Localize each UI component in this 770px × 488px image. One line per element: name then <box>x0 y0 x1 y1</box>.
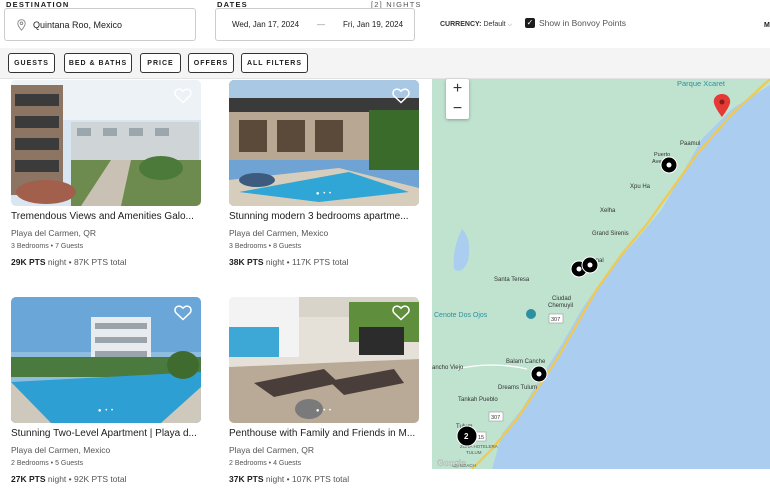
map-label-grand-sirenis: Grand Sirenis <box>592 231 629 237</box>
filter-price-button[interactable]: PRICE <box>140 53 181 73</box>
carousel-dots[interactable]: ● • • <box>229 191 419 197</box>
bonvoy-points-label: Show in Bonvoy Points <box>539 18 626 28</box>
filter-offers-button[interactable]: OFFERS <box>188 53 234 73</box>
listing-price-points: 27K PTS <box>11 474 46 484</box>
listing-photo-image <box>229 80 419 206</box>
map-zoom-controls: + − <box>446 79 469 119</box>
listing-price-points: 29K PTS <box>11 257 46 267</box>
listing-photo-image <box>229 297 419 423</box>
bonvoy-points-toggle[interactable]: ✓ Show in Bonvoy Points <box>525 18 626 28</box>
filter-bed-baths-button[interactable]: BED & BATHS <box>64 53 132 73</box>
map-label-cenote: Cenote Dos Ojos <box>434 312 488 319</box>
listing-photo[interactable] <box>11 80 201 206</box>
favorite-heart-icon[interactable] <box>174 305 192 321</box>
checkin-date[interactable]: Wed, Jan 17, 2024 <box>232 20 299 29</box>
map-label-rancho-viejo: ancho Viejo <box>432 365 464 371</box>
map-marker-icon[interactable] <box>581 256 599 274</box>
listing-title[interactable]: Stunning modern 3 bedrooms apartme... <box>229 211 409 222</box>
filter-bar: GUESTS BED & BATHS PRICE OFFERS ALL FILT… <box>0 48 770 79</box>
map-canvas[interactable]: Parque Xcaret Paamul Puerto Aventuras Xp… <box>432 79 770 469</box>
zoom-in-button[interactable]: + <box>446 79 469 99</box>
listing-price-detail: night • 92K PTS total <box>45 474 127 484</box>
listing-price: 38K PTS night • 117K PTS total <box>229 257 349 267</box>
listing-price: 27K PTS night • 92K PTS total <box>11 474 126 484</box>
destination-value: Quintana Roo, Mexico <box>33 19 123 30</box>
map[interactable]: Parque Xcaret Paamul Puerto Aventuras Xp… <box>432 79 770 469</box>
location-pin-icon <box>17 18 26 31</box>
map-label-tulum-zone: TULUM <box>466 450 482 455</box>
carousel-dots[interactable]: ● • • <box>11 408 201 414</box>
map-cluster-marker[interactable]: 2 <box>456 425 478 447</box>
zoom-out-button[interactable]: − <box>446 99 469 119</box>
checkout-date[interactable]: Fri, Jan 19, 2024 <box>343 20 403 29</box>
listing-photo-image <box>11 80 201 206</box>
date-separator: — <box>317 20 326 29</box>
map-poi-icon[interactable] <box>526 309 536 319</box>
checkbox-checked-icon[interactable]: ✓ <box>525 18 535 28</box>
search-bar: DESTINATION Quintana Roo, Mexico DATES [… <box>0 0 770 48</box>
map-label-santa-teresa: Santa Teresa <box>494 277 530 283</box>
cluster-count: 2 <box>464 432 469 441</box>
listing-location: Playa del Carmen, Mexico <box>11 445 111 455</box>
listing-photo-image <box>11 297 201 423</box>
listing-location: Playa del Carmen, Mexico <box>229 228 329 238</box>
destination-input[interactable]: Quintana Roo, Mexico <box>4 8 196 41</box>
listing-title[interactable]: Tremendous Views and Amenities Galo... <box>11 211 194 222</box>
listing-price-points: 37K PTS <box>229 474 264 484</box>
listing-price-detail: night • 87K PTS total <box>45 257 127 267</box>
listing-price: 29K PTS night • 87K PTS total <box>11 257 126 267</box>
favorite-heart-icon[interactable] <box>174 88 192 104</box>
listing-meta: 2 Bedrooms • 4 Guests <box>229 460 302 467</box>
overflow-label[interactable]: M <box>764 22 770 29</box>
currency-dropdown[interactable]: CURRENCY: Default ⌵ <box>440 21 512 29</box>
listing-photo[interactable]: ● • • <box>11 297 201 423</box>
map-label-ciudad: Ciudad <box>552 296 571 302</box>
favorite-heart-icon[interactable] <box>392 88 410 104</box>
filter-guests-button[interactable]: GUESTS <box>8 53 55 73</box>
map-label-paamul: Paamul <box>680 141 700 147</box>
currency-value: Default <box>483 21 506 28</box>
favorite-heart-icon[interactable] <box>392 305 410 321</box>
map-label-chemuyil: Chemuyil <box>548 303 573 309</box>
listing-location: Playa del Carmen, QR <box>11 228 97 238</box>
listing-meta: 3 Bedrooms • 8 Guests <box>229 243 302 250</box>
listing-meta: 2 Bedrooms • 5 Guests <box>11 460 84 467</box>
route-307-label: 307 <box>551 317 560 323</box>
listing-price-points: 38K PTS <box>229 257 264 267</box>
map-label-tankah-pueblo: Tankah Pueblo <box>458 397 498 403</box>
chevron-down-icon: ⌵ <box>507 22 513 28</box>
listing-price-detail: night • 117K PTS total <box>263 257 349 267</box>
route-307-label: 307 <box>491 415 500 421</box>
dates-input[interactable]: Wed, Jan 17, 2024 — Fri, Jan 19, 2024 <box>215 8 415 41</box>
listing-photo[interactable]: ● • • <box>229 297 419 423</box>
map-label-balam-canche: Balam Canche <box>506 359 546 365</box>
listing-price: 37K PTS night • 107K PTS total <box>229 474 349 484</box>
listing-location: Playa del Carmen, QR <box>229 445 315 455</box>
listing-price-detail: night • 107K PTS total <box>263 474 350 484</box>
listing-title[interactable]: Penthouse with Family and Friends in M..… <box>229 428 415 439</box>
map-label-xelha: Xelha <box>600 208 616 214</box>
route-15-label: 15 <box>478 435 484 441</box>
listing-photo[interactable]: ● • • <box>229 80 419 206</box>
filter-all-button[interactable]: ALL FILTERS <box>241 53 308 73</box>
map-label-dreams-tulum: Dreams Tulum <box>498 385 537 391</box>
carousel-dots[interactable]: ● • • <box>229 408 419 414</box>
map-label-xpu-ha: Xpu Ha <box>630 184 651 190</box>
listing-meta: 3 Bedrooms • 7 Guests <box>11 243 84 250</box>
listing-title[interactable]: Stunning Two-Level Apartment | Playa d..… <box>11 428 197 439</box>
map-marker-icon[interactable] <box>660 156 678 174</box>
map-label-parque-xcaret: Parque Xcaret <box>677 79 726 88</box>
google-logo: Google <box>437 458 466 468</box>
map-marker-icon[interactable] <box>530 365 548 383</box>
currency-label: CURRENCY: <box>440 21 482 28</box>
